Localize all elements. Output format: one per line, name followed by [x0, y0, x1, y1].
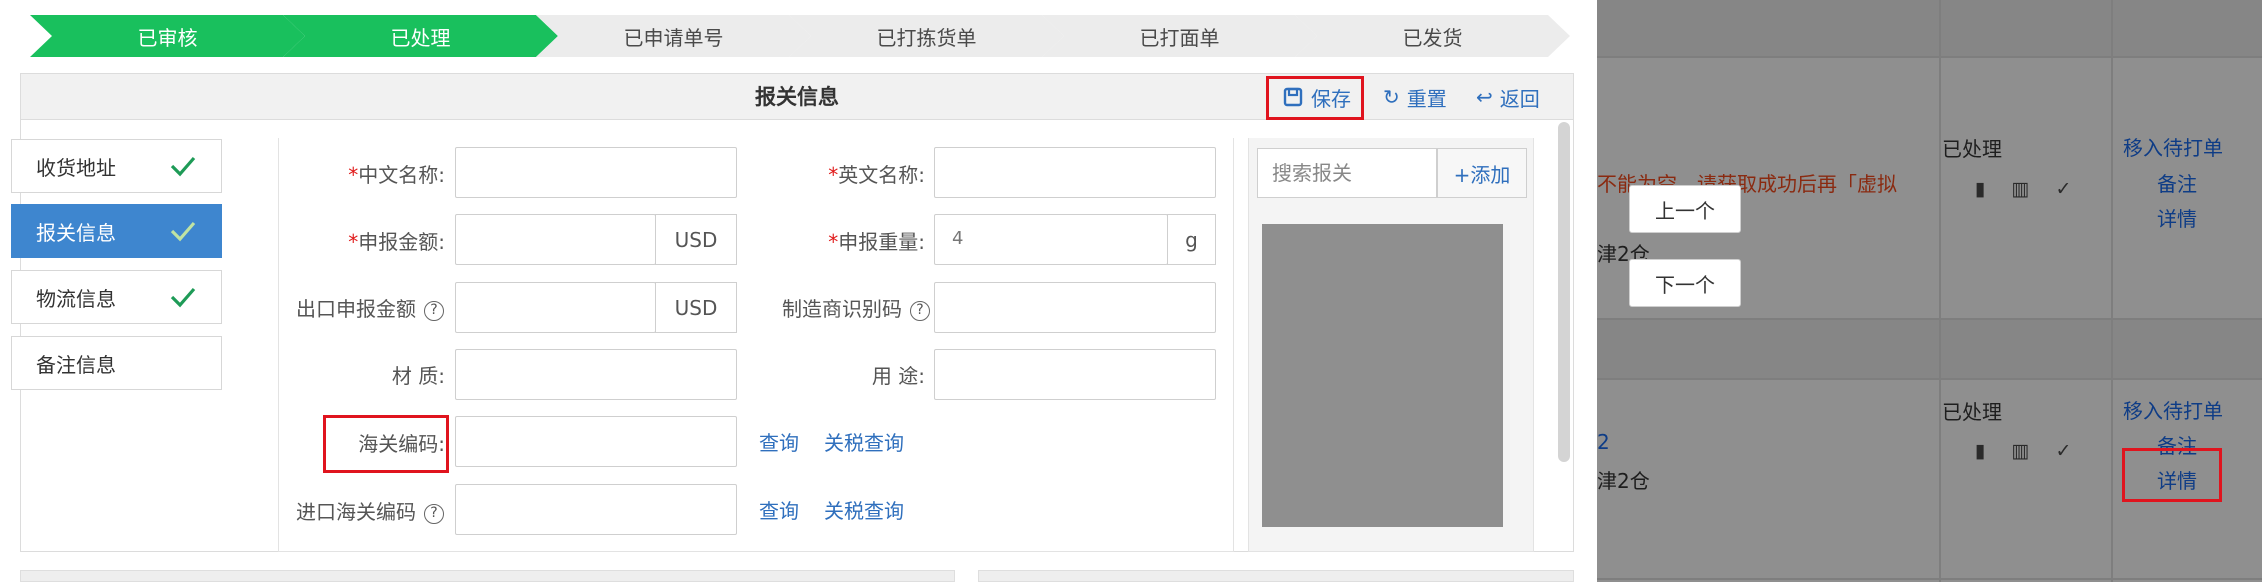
check-icon: [170, 287, 196, 308]
bg-row-divider: [1597, 378, 2262, 380]
help-icon[interactable]: ?: [424, 504, 444, 524]
highlight-box: [1266, 76, 1364, 120]
reset-label: 重置: [1406, 86, 1447, 111]
highlight-box: [2122, 448, 2222, 502]
bg-order-number[interactable]: 2: [1597, 430, 1610, 454]
material-input[interactable]: [455, 349, 737, 400]
customs-form: [278, 138, 1234, 552]
declare-amount-unit: USD: [655, 214, 737, 265]
customs-template-panel: 搜索报关 +添加: [1248, 138, 1534, 552]
bg-column-divider: [1939, 0, 1941, 582]
step-shipped: 已发货: [1295, 15, 1570, 57]
bg-status-text: 已处理: [1942, 400, 2002, 424]
declare-amount-label: *申报金额:: [348, 230, 445, 254]
bg-status-text: 已处理: [1942, 137, 2002, 161]
next-button[interactable]: 下一个: [1629, 259, 1741, 307]
step-processed: 已处理: [283, 15, 558, 57]
back-label: 返回: [1499, 86, 1540, 111]
hs-code-tariff-link[interactable]: 关税查询: [824, 427, 904, 456]
customs-search-input[interactable]: 搜索报关: [1257, 148, 1437, 198]
usage-label: 用 途:: [871, 364, 925, 388]
bg-row-icons[interactable]: ▮ ▥ ✓: [1975, 178, 2081, 200]
side-item-label: 报关信息: [36, 220, 116, 245]
step-reviewed: 已审核: [30, 15, 305, 57]
cn-name-input[interactable]: [455, 147, 737, 198]
add-customs-button[interactable]: +添加: [1437, 148, 1527, 198]
side-item-address[interactable]: 收货地址: [11, 139, 222, 193]
declare-weight-label: *申报重量:: [828, 230, 925, 254]
import-hs-code-tariff-link[interactable]: 关税查询: [824, 495, 904, 524]
customs-modal: 已审核 已处理 已申请单号 已打拣货单 已打面单 已发货 报关信息 保存 ↻ 重…: [0, 0, 1597, 582]
import-hs-code-input[interactable]: [455, 484, 737, 535]
bg-row-divider: [1597, 578, 2262, 580]
declare-weight-input[interactable]: 4: [934, 214, 1168, 265]
bg-note-link[interactable]: 备注: [2157, 168, 2197, 197]
help-icon[interactable]: ?: [910, 301, 930, 321]
export-amount-unit: USD: [655, 282, 737, 333]
bg-warehouse-text: 津2仓: [1597, 469, 1650, 493]
hs-code-query-link[interactable]: 查询: [759, 427, 799, 456]
panel-header: 报关信息 保存 ↻ 重置 ↩ 返回: [21, 74, 1573, 120]
export-amount-label: 出口申报金额?: [290, 293, 450, 322]
reset-button[interactable]: ↻ 重置: [1383, 74, 1447, 120]
side-item-label: 备注信息: [36, 352, 116, 377]
side-item-label: 物流信息: [36, 286, 116, 311]
step-picklist-printed: 已打拣货单: [789, 15, 1064, 57]
import-hs-code-label: 进口海关编码?: [290, 496, 450, 525]
bg-detail-link[interactable]: 详情: [2157, 203, 2197, 232]
help-icon[interactable]: ?: [424, 301, 444, 321]
cn-name-label: *中文名称:: [348, 163, 445, 187]
side-item-customs[interactable]: 报关信息: [11, 204, 222, 258]
en-name-label: *英文名称:: [828, 163, 925, 187]
bg-row-icons[interactable]: ▮ ▥ ✓: [1975, 440, 2081, 462]
check-icon: [170, 156, 196, 177]
bg-row-band: [1597, 0, 2262, 56]
material-label: 材 质:: [391, 364, 445, 388]
bg-row-band: [1597, 320, 2262, 378]
declare-weight-unit: g: [1167, 214, 1216, 265]
side-item-remarks[interactable]: 备注信息: [11, 336, 222, 390]
manufacturer-id-input[interactable]: [934, 282, 1216, 333]
declare-amount-input[interactable]: [455, 214, 656, 265]
usage-input[interactable]: [934, 349, 1216, 400]
prev-button[interactable]: 上一个: [1629, 185, 1741, 233]
manufacturer-id-label: 制造商识别码?: [760, 293, 930, 322]
progress-steps: 已审核 已处理 已申请单号 已打拣货单 已打面单 已发货: [30, 15, 1570, 57]
side-item-label: 收货地址: [36, 155, 116, 180]
lower-panel: [978, 570, 1574, 582]
panel-scrollbar[interactable]: [1558, 122, 1570, 462]
import-hs-code-query-link[interactable]: 查询: [759, 495, 799, 524]
customs-preview-image: [1262, 224, 1503, 527]
bg-move-link[interactable]: 移入待打单: [2123, 132, 2223, 161]
back-button[interactable]: ↩ 返回: [1476, 74, 1540, 120]
en-name-input[interactable]: [934, 147, 1216, 198]
bg-row-divider: [1597, 56, 2262, 58]
step-tracking-applied: 已申请单号: [536, 15, 811, 57]
step-label-printed: 已打面单: [1042, 15, 1317, 57]
check-icon: [170, 221, 196, 242]
lower-panel: [20, 570, 955, 582]
highlight-box: [323, 415, 449, 473]
export-amount-input[interactable]: [455, 282, 656, 333]
refresh-icon: ↻: [1383, 85, 1400, 109]
reply-arrow-icon: ↩: [1476, 85, 1493, 109]
bg-move-link[interactable]: 移入待打单: [2123, 395, 2223, 424]
bg-column-divider: [2111, 0, 2113, 582]
hs-code-input[interactable]: [455, 416, 737, 467]
side-item-logistics[interactable]: 物流信息: [11, 270, 222, 324]
declare-weight-value: 4: [952, 228, 964, 249]
